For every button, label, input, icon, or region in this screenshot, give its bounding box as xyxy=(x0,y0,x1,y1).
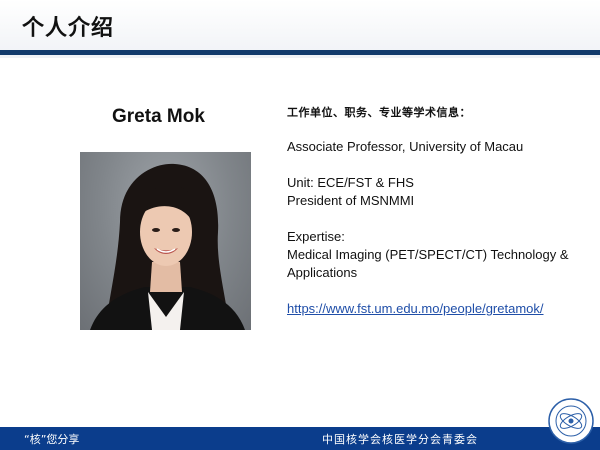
expertise-label: Expertise: xyxy=(287,229,345,244)
footer-bar: “核”您分享 中国核学会核医学分会青委会 xyxy=(0,427,600,450)
page-title: 个人介绍 xyxy=(22,16,115,41)
header-divider xyxy=(0,50,600,55)
profile-link[interactable]: https://www.fst.um.edu.mo/people/gretamo… xyxy=(287,301,544,316)
footer-organization: 中国核学会核医学分会青委会 xyxy=(322,433,478,446)
footer-slogan: “核”您分享 xyxy=(24,433,80,446)
slide: 个人介绍 Greta Mok 工作单位、职务、专业等学术信息： Associat… xyxy=(0,0,600,450)
society-seal-icon xyxy=(548,398,594,444)
position-text: Associate Professor, University of Macau xyxy=(287,139,524,154)
info-heading: 工作单位、职务、专业等学术信息： xyxy=(287,106,471,119)
unit-text: Unit: ECE/FST & FHS xyxy=(287,175,414,190)
profile-photo xyxy=(80,152,251,330)
person-name: Greta Mok xyxy=(112,106,205,127)
info-panel: 工作单位、职务、专业等学术信息： Associate Professor, Un… xyxy=(287,104,587,318)
expertise-value: Medical Imaging (PET/SPECT/CT) Technolog… xyxy=(287,247,569,280)
header-bar: 个人介绍 xyxy=(0,0,600,58)
president-text: President of MSNMMI xyxy=(287,193,415,208)
